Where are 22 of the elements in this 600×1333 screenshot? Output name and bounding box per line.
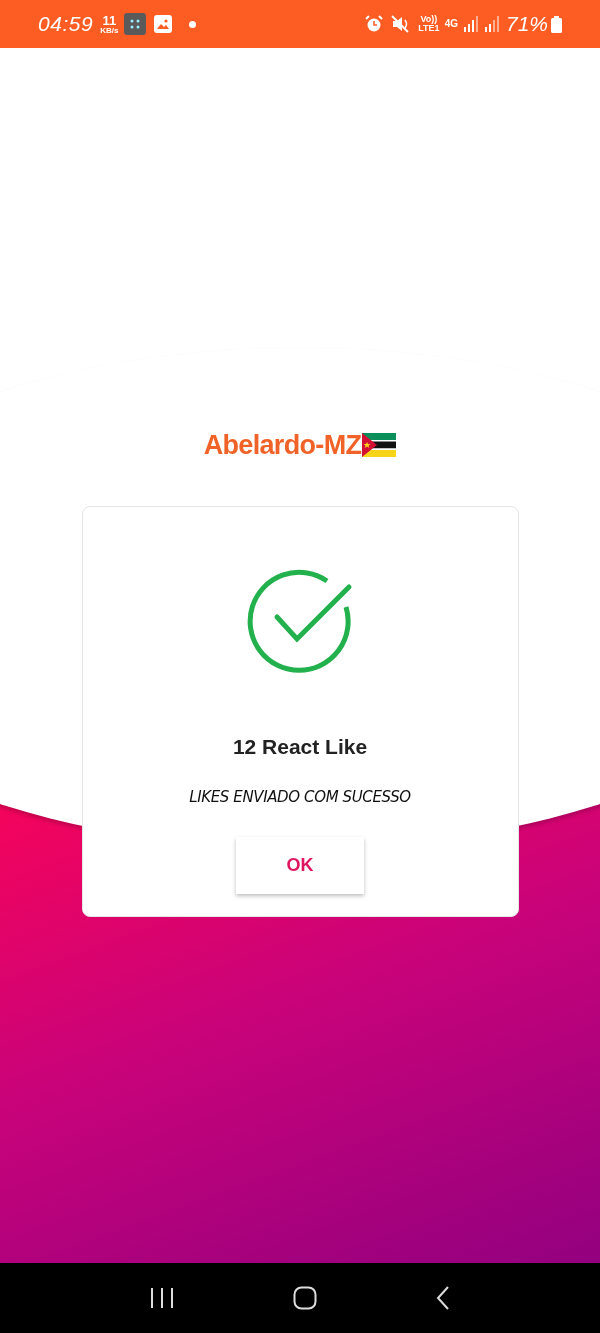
image-icon: [154, 15, 173, 33]
app-title: Abelardo-MZ: [203, 429, 362, 462]
home-icon[interactable]: [293, 1286, 317, 1310]
battery-text: 71%: [505, 11, 548, 38]
alarm-icon: [365, 15, 384, 33]
signal-icon: [483, 15, 500, 33]
clock-text: 04:59: [38, 11, 94, 38]
recent-apps-icon[interactable]: [149, 1287, 174, 1309]
ok-button[interactable]: OK: [236, 836, 364, 894]
lte-text: LTE1: [418, 24, 440, 33]
dot-icon: [189, 20, 197, 28]
app-notification-icon: [124, 13, 147, 35]
signal-icon: [462, 15, 479, 33]
flag-icon: [362, 433, 397, 458]
volte-text: Vo)): [420, 15, 438, 24]
speed-unit-text: KB/s: [100, 26, 119, 35]
speed-text: 11: [102, 13, 117, 27]
dialog-heading: 12 React Like: [232, 733, 368, 760]
battery-icon: [551, 15, 562, 33]
network-text: 4G: [444, 19, 458, 29]
back-icon[interactable]: [436, 1286, 451, 1310]
dialog-message: LIKES ENVIADO COM SUCESSO: [189, 787, 411, 808]
